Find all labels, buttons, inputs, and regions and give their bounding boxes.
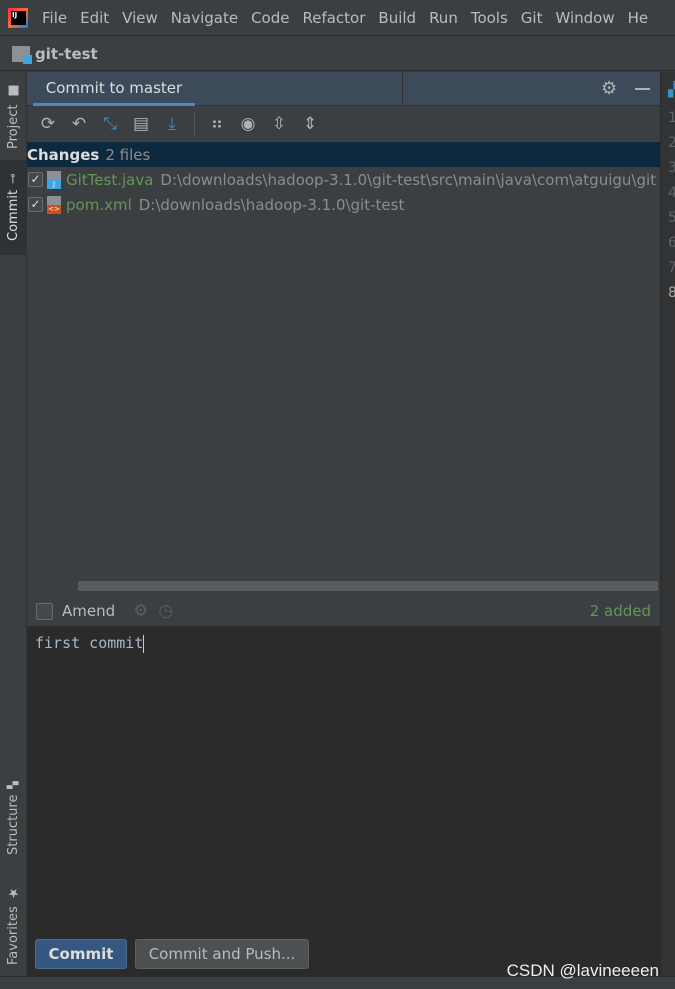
folder-icon: ■ xyxy=(6,83,21,99)
tab-commit-to-master[interactable]: Commit to master xyxy=(33,72,195,106)
navigation-bar: git-test xyxy=(0,37,675,71)
menu-window[interactable]: Window xyxy=(555,9,614,27)
tab-commit[interactable]: Commit ⊸ xyxy=(0,160,27,255)
text-caret xyxy=(143,634,145,653)
editor-tab-icon: ▞ xyxy=(668,82,675,98)
commit-message-text: first commit xyxy=(35,634,144,652)
file-checkbox[interactable]: ✓ xyxy=(28,197,43,212)
intellij-logo-icon xyxy=(8,7,28,28)
commit-message-input[interactable]: first commit xyxy=(27,626,660,976)
refresh-icon[interactable]: ⟳ xyxy=(37,113,59,135)
menu-help[interactable]: He xyxy=(628,9,649,27)
tab-favorites[interactable]: Favorites ★ xyxy=(0,882,27,968)
menu-file[interactable]: File xyxy=(42,9,67,27)
file-checkbox[interactable]: ✓ xyxy=(28,172,43,187)
tab-project-label: Project xyxy=(6,104,21,149)
shelve-icon[interactable]: ⤓ xyxy=(161,113,183,135)
amend-row: Amend ⚙ ◷ 2 added xyxy=(27,596,660,626)
changes-label: Changes xyxy=(27,145,100,164)
project-folder-icon xyxy=(12,45,32,64)
menu-build[interactable]: Build xyxy=(378,9,416,27)
file-path: D:\downloads\hadoop-3.1.0\git-test\src\m… xyxy=(160,170,657,189)
amend-checkbox[interactable] xyxy=(36,602,53,620)
editor-gutter: ▞ 1 2 3 4 5 6 7 8 xyxy=(660,72,675,976)
line-number: 2 xyxy=(668,135,675,151)
changes-count: 2 files xyxy=(105,145,151,164)
tab-commit-label: Commit xyxy=(6,190,21,242)
amend-label[interactable]: Amend xyxy=(62,602,115,620)
star-icon: ★ xyxy=(6,885,21,901)
structure-icon: ▚ xyxy=(8,780,19,789)
horizontal-scrollbar[interactable] xyxy=(78,581,658,591)
commit-button[interactable]: Commit xyxy=(35,939,127,969)
file-name: pom.xml xyxy=(66,195,132,214)
rollback-icon[interactable]: ↶ xyxy=(68,113,90,135)
menu-bar: File Edit View Navigate Code Refactor Bu… xyxy=(0,0,675,36)
minimize-icon[interactable] xyxy=(635,88,650,90)
file-path: D:\downloads\hadoop-3.1.0\git-test xyxy=(138,195,405,214)
changes-node[interactable]: Changes 2 files xyxy=(27,142,660,167)
view-options-icon[interactable]: ◉ xyxy=(237,113,259,135)
collapse-all-icon[interactable]: ⇕ xyxy=(299,113,321,135)
commit-panel: Commit to master ⚙ ⟳ ↶ ⤡ ▤ ⤓ ⠶ ◉ ⇳ ⇕ Cha… xyxy=(27,72,660,976)
line-number: 1 xyxy=(668,110,675,126)
panel-header: Commit to master ⚙ xyxy=(27,72,660,106)
file-row[interactable]: ✓ J GitTest.java D:\downloads\hadoop-3.1… xyxy=(27,167,660,192)
history-clock-icon[interactable]: ◷ xyxy=(158,601,173,621)
expand-all-icon[interactable]: ⇳ xyxy=(268,113,290,135)
menu-view[interactable]: View xyxy=(122,9,158,27)
commit-toolbar: ⟳ ↶ ⤡ ▤ ⤓ ⠶ ◉ ⇳ ⇕ xyxy=(27,106,660,142)
menu-refactor[interactable]: Refactor xyxy=(302,9,365,27)
java-file-icon: J xyxy=(47,170,61,189)
line-number: 3 xyxy=(668,160,675,176)
line-number: 7 xyxy=(668,260,675,276)
line-number: 4 xyxy=(668,185,675,201)
menu-code[interactable]: Code xyxy=(251,9,289,27)
changes-summary: 2 added xyxy=(589,602,651,620)
xml-file-icon: <> xyxy=(47,195,61,214)
menu-edit[interactable]: Edit xyxy=(80,9,109,27)
tab-project[interactable]: Project ■ xyxy=(0,76,27,156)
left-tool-stripe: Project ■ Commit ⊸ Structure ▚ Favorites ★ xyxy=(0,72,27,976)
commit-and-push-button[interactable]: Commit and Push... xyxy=(135,939,309,969)
menu-tools[interactable]: Tools xyxy=(471,9,508,27)
file-row[interactable]: ✓ <> pom.xml D:\downloads\hadoop-3.1.0\g… xyxy=(27,192,660,217)
watermark: CSDN @lavineeeen xyxy=(506,961,659,980)
menu-git[interactable]: Git xyxy=(521,9,543,27)
changelist-icon[interactable]: ▤ xyxy=(130,113,152,135)
gear-icon[interactable]: ⚙ xyxy=(601,78,617,99)
commit-icon: ⊸ xyxy=(6,173,21,185)
tab-structure-label: Structure xyxy=(6,794,21,856)
tab-structure[interactable]: Structure ▚ xyxy=(0,772,27,864)
menu-navigate[interactable]: Navigate xyxy=(171,9,238,27)
toolbar-divider xyxy=(194,112,195,136)
show-diff-icon[interactable]: ⤡ xyxy=(99,113,121,135)
menu-run[interactable]: Run xyxy=(429,9,458,27)
line-number: 8 xyxy=(668,285,675,301)
file-name: GitTest.java xyxy=(66,170,154,189)
line-number: 5 xyxy=(668,210,675,226)
commit-options-gear-icon[interactable]: ⚙ xyxy=(133,601,148,621)
project-name[interactable]: git-test xyxy=(35,45,98,63)
header-divider xyxy=(402,72,403,106)
tab-favorites-label: Favorites xyxy=(6,906,21,965)
line-number: 6 xyxy=(668,235,675,251)
group-by-icon[interactable]: ⠶ xyxy=(206,113,228,135)
